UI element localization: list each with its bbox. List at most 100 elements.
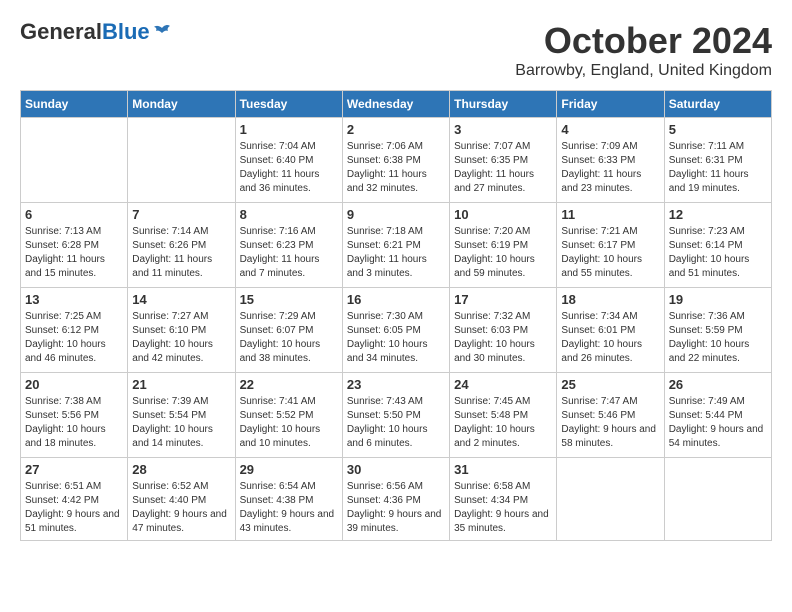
- weekday-header: Friday: [557, 91, 664, 118]
- calendar-day-cell: 27 Sunrise: 6:51 AMSunset: 4:42 PMDayligh…: [21, 458, 128, 541]
- calendar-day-cell: 11 Sunrise: 7:21 AMSunset: 6:17 PMDayligh…: [557, 203, 664, 288]
- logo-bird-icon: [152, 22, 172, 42]
- day-info: Sunrise: 7:39 AMSunset: 5:54 PMDaylight:…: [132, 395, 230, 451]
- page-header: GeneralBlue October 2024 Barrowby, Engla…: [20, 20, 772, 80]
- calendar-day-cell: 2 Sunrise: 7:06 AMSunset: 6:38 PMDaylight…: [342, 118, 449, 203]
- calendar-day-cell: 14 Sunrise: 7:27 AMSunset: 6:10 PMDayligh…: [128, 288, 235, 373]
- day-info: Sunrise: 7:45 AMSunset: 5:48 PMDaylight:…: [454, 395, 552, 451]
- calendar-day-cell: 15 Sunrise: 7:29 AMSunset: 6:07 PMDayligh…: [235, 288, 342, 373]
- calendar-day-cell: 30 Sunrise: 6:56 AMSunset: 4:36 PMDayligh…: [342, 458, 449, 541]
- calendar-day-cell: 24 Sunrise: 7:45 AMSunset: 5:48 PMDayligh…: [450, 373, 557, 458]
- day-info: Sunrise: 7:09 AMSunset: 6:33 PMDaylight:…: [561, 140, 659, 196]
- calendar-day-cell: 28 Sunrise: 6:52 AMSunset: 4:40 PMDayligh…: [128, 458, 235, 541]
- day-number: 3: [454, 122, 552, 137]
- calendar-day-cell: [557, 458, 664, 541]
- weekday-header: Wednesday: [342, 91, 449, 118]
- day-info: Sunrise: 7:20 AMSunset: 6:19 PMDaylight:…: [454, 225, 552, 281]
- calendar-week-row: 20Sunrise: 7:38 AMSunset: 5:56 PMDayligh…: [21, 373, 772, 458]
- calendar-day-cell: 25 Sunrise: 7:47 AMSunset: 5:46 PMDayligh…: [557, 373, 664, 458]
- day-number: 19: [669, 292, 767, 307]
- day-info: Sunrise: 7:14 AMSunset: 6:26 PMDaylight:…: [132, 225, 230, 281]
- day-number: 22: [240, 377, 338, 392]
- calendar-day-cell: 8 Sunrise: 7:16 AMSunset: 6:23 PMDaylight…: [235, 203, 342, 288]
- day-info: Sunrise: 6:56 AMSunset: 4:36 PMDaylight:…: [347, 480, 445, 536]
- logo-general: GeneralBlue: [20, 20, 150, 44]
- calendar-day-cell: 26 Sunrise: 7:49 AMSunset: 5:44 PMDayligh…: [664, 373, 771, 458]
- calendar-week-row: 1 Sunrise: 7:04 AMSunset: 6:40 PMDaylight…: [21, 118, 772, 203]
- day-number: 11: [561, 207, 659, 222]
- day-number: 14: [132, 292, 230, 307]
- calendar-day-cell: 22 Sunrise: 7:41 AMSunset: 5:52 PMDayligh…: [235, 373, 342, 458]
- logo: GeneralBlue: [20, 20, 172, 44]
- day-number: 12: [669, 207, 767, 222]
- day-info: Sunrise: 7:49 AMSunset: 5:44 PMDaylight:…: [669, 395, 767, 451]
- day-number: 31: [454, 462, 552, 477]
- day-number: 7: [132, 207, 230, 222]
- day-number: 28: [132, 462, 230, 477]
- day-number: 2: [347, 122, 445, 137]
- day-number: 26: [669, 377, 767, 392]
- day-info: Sunrise: 7:04 AMSunset: 6:40 PMDaylight:…: [240, 140, 338, 196]
- day-info: Sunrise: 7:36 AMSunset: 5:59 PMDaylight:…: [669, 310, 767, 366]
- calendar-day-cell: 21 Sunrise: 7:39 AMSunset: 5:54 PMDayligh…: [128, 373, 235, 458]
- calendar-table: SundayMondayTuesdayWednesdayThursdayFrid…: [20, 90, 772, 541]
- day-info: Sunrise: 7:43 AMSunset: 5:50 PMDaylight:…: [347, 395, 445, 451]
- day-number: 5: [669, 122, 767, 137]
- calendar-day-cell: 4 Sunrise: 7:09 AMSunset: 6:33 PMDaylight…: [557, 118, 664, 203]
- weekday-header: Sunday: [21, 91, 128, 118]
- day-number: 1: [240, 122, 338, 137]
- day-info: Sunrise: 7:18 AMSunset: 6:21 PMDaylight:…: [347, 225, 445, 281]
- day-number: 25: [561, 377, 659, 392]
- day-info: Sunrise: 7:23 AMSunset: 6:14 PMDaylight:…: [669, 225, 767, 281]
- calendar-day-cell: 9Sunrise: 7:18 AMSunset: 6:21 PMDaylight…: [342, 203, 449, 288]
- calendar-header-row: SundayMondayTuesdayWednesdayThursdayFrid…: [21, 91, 772, 118]
- calendar-day-cell: 13Sunrise: 7:25 AMSunset: 6:12 PMDayligh…: [21, 288, 128, 373]
- day-info: Sunrise: 6:54 AMSunset: 4:38 PMDaylight:…: [240, 480, 338, 536]
- calendar-day-cell: 31 Sunrise: 6:58 AMSunset: 4:34 PMDayligh…: [450, 458, 557, 541]
- calendar-day-cell: 17Sunrise: 7:32 AMSunset: 6:03 PMDayligh…: [450, 288, 557, 373]
- calendar-day-cell: [664, 458, 771, 541]
- day-info: Sunrise: 6:58 AMSunset: 4:34 PMDaylight:…: [454, 480, 552, 536]
- weekday-header: Monday: [128, 91, 235, 118]
- calendar-week-row: 27 Sunrise: 6:51 AMSunset: 4:42 PMDayligh…: [21, 458, 772, 541]
- day-info: Sunrise: 7:27 AMSunset: 6:10 PMDaylight:…: [132, 310, 230, 366]
- day-info: Sunrise: 7:13 AMSunset: 6:28 PMDaylight:…: [25, 225, 123, 281]
- day-info: Sunrise: 7:29 AMSunset: 6:07 PMDaylight:…: [240, 310, 338, 366]
- calendar-day-cell: 12 Sunrise: 7:23 AMSunset: 6:14 PMDayligh…: [664, 203, 771, 288]
- day-info: Sunrise: 7:34 AMSunset: 6:01 PMDaylight:…: [561, 310, 659, 366]
- day-info: Sunrise: 7:41 AMSunset: 5:52 PMDaylight:…: [240, 395, 338, 451]
- weekday-header: Saturday: [664, 91, 771, 118]
- day-number: 29: [240, 462, 338, 477]
- day-number: 4: [561, 122, 659, 137]
- calendar-day-cell: 7 Sunrise: 7:14 AMSunset: 6:26 PMDaylight…: [128, 203, 235, 288]
- calendar-day-cell: [128, 118, 235, 203]
- day-info: Sunrise: 6:51 AMSunset: 4:42 PMDaylight:…: [25, 480, 123, 536]
- calendar-day-cell: [21, 118, 128, 203]
- day-info: Sunrise: 7:07 AMSunset: 6:35 PMDaylight:…: [454, 140, 552, 196]
- location-title: Barrowby, England, United Kingdom: [515, 62, 772, 80]
- calendar-day-cell: 19 Sunrise: 7:36 AMSunset: 5:59 PMDayligh…: [664, 288, 771, 373]
- title-section: October 2024 Barrowby, England, United K…: [515, 20, 772, 80]
- day-number: 21: [132, 377, 230, 392]
- day-info: Sunrise: 7:30 AMSunset: 6:05 PMDaylight:…: [347, 310, 445, 366]
- day-number: 6: [25, 207, 123, 222]
- weekday-header: Tuesday: [235, 91, 342, 118]
- weekday-header: Thursday: [450, 91, 557, 118]
- day-number: 23: [347, 377, 445, 392]
- day-info: Sunrise: 6:52 AMSunset: 4:40 PMDaylight:…: [132, 480, 230, 536]
- calendar-day-cell: 23 Sunrise: 7:43 AMSunset: 5:50 PMDayligh…: [342, 373, 449, 458]
- day-number: 15: [240, 292, 338, 307]
- calendar-day-cell: 5Sunrise: 7:11 AMSunset: 6:31 PMDaylight…: [664, 118, 771, 203]
- calendar-week-row: 13Sunrise: 7:25 AMSunset: 6:12 PMDayligh…: [21, 288, 772, 373]
- day-number: 27: [25, 462, 123, 477]
- day-info: Sunrise: 7:47 AMSunset: 5:46 PMDaylight:…: [561, 395, 659, 451]
- day-number: 20: [25, 377, 123, 392]
- day-number: 30: [347, 462, 445, 477]
- day-info: Sunrise: 7:06 AMSunset: 6:38 PMDaylight:…: [347, 140, 445, 196]
- day-info: Sunrise: 7:21 AMSunset: 6:17 PMDaylight:…: [561, 225, 659, 281]
- calendar-day-cell: 3 Sunrise: 7:07 AMSunset: 6:35 PMDaylight…: [450, 118, 557, 203]
- calendar-day-cell: 1 Sunrise: 7:04 AMSunset: 6:40 PMDaylight…: [235, 118, 342, 203]
- day-number: 8: [240, 207, 338, 222]
- day-number: 24: [454, 377, 552, 392]
- day-info: Sunrise: 7:16 AMSunset: 6:23 PMDaylight:…: [240, 225, 338, 281]
